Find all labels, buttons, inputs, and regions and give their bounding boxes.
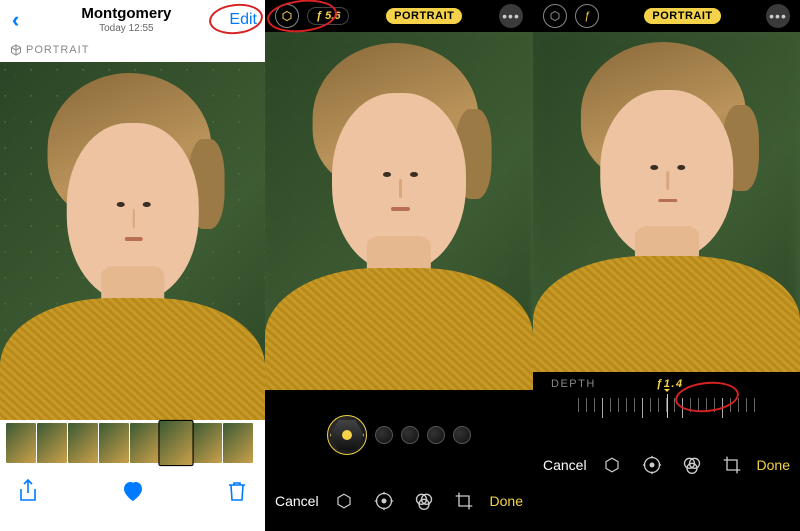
lighting-option[interactable] [427, 426, 445, 444]
edit-button[interactable]: Edit [229, 11, 257, 29]
edit-screen-depth: ƒ PORTRAIT ••• DEPTH ƒ1.4 Cancel [533, 0, 800, 531]
thumbnail[interactable] [192, 423, 222, 463]
more-icon[interactable]: ••• [499, 4, 523, 28]
portrait-lighting-picker[interactable] [265, 396, 533, 474]
thumbnail-strip[interactable] [0, 420, 265, 466]
edit-bottom-toolbar: Cancel Done [265, 474, 533, 528]
thumbnail[interactable] [99, 423, 129, 463]
lighting-toggle-icon[interactable] [543, 4, 567, 28]
edit-top-bar: ƒ 5.6 PORTRAIT ••• [265, 0, 533, 32]
cancel-button[interactable]: Cancel [275, 493, 319, 509]
edit-screen-lighting: ƒ 5.6 PORTRAIT ••• Cancel [265, 0, 533, 531]
portrait-tab-icon[interactable] [601, 454, 623, 476]
lighting-toggle-icon[interactable] [275, 4, 299, 28]
bottom-toolbar [0, 466, 265, 516]
portrait-badge-label: PORTRAIT [26, 44, 89, 56]
edit-bottom-toolbar: Cancel Done [533, 438, 800, 492]
thumbnail[interactable] [223, 423, 253, 463]
aperture-toggle-icon[interactable]: ƒ [575, 4, 599, 28]
cube-icon [10, 44, 22, 56]
photo-preview[interactable] [0, 62, 265, 420]
portrait-tab-icon[interactable] [333, 490, 355, 512]
cancel-button[interactable]: Cancel [543, 457, 587, 473]
nav-bar: ‹ Montgomery Today 12:55 Edit [0, 0, 265, 40]
crop-tab-icon[interactable] [453, 490, 475, 512]
done-button[interactable]: Done [757, 457, 790, 473]
lighting-option[interactable] [375, 426, 393, 444]
photos-detail-screen: ‹ Montgomery Today 12:55 Edit PORTRAIT [0, 0, 265, 531]
trash-icon[interactable] [227, 480, 247, 502]
aperture-pill[interactable]: ƒ 5.6 [307, 7, 349, 25]
lighting-option[interactable] [453, 426, 471, 444]
portrait-mode-pill[interactable]: PORTRAIT [644, 8, 720, 24]
photo-preview[interactable] [533, 32, 800, 372]
filters-tab-icon[interactable] [681, 454, 703, 476]
adjust-tab-icon[interactable] [641, 454, 663, 476]
done-button[interactable]: Done [490, 493, 523, 509]
depth-slider[interactable] [533, 398, 800, 438]
depth-label: DEPTH [551, 378, 596, 390]
nav-title-group: Montgomery Today 12:55 [81, 6, 171, 34]
album-title: Montgomery [81, 6, 171, 23]
portrait-badge-row: PORTRAIT [0, 40, 265, 62]
adjust-tab-icon[interactable] [373, 490, 395, 512]
lighting-option[interactable] [401, 426, 419, 444]
thumbnail[interactable] [37, 423, 67, 463]
back-button[interactable]: ‹ [8, 7, 23, 33]
edit-mode-icons [333, 490, 475, 512]
edit-top-bar: ƒ PORTRAIT ••• [533, 0, 800, 32]
depth-slider-pointer [667, 394, 668, 418]
thumbnail[interactable] [6, 423, 36, 463]
photo-preview[interactable] [265, 32, 533, 390]
thumbnail-selected[interactable] [160, 421, 193, 465]
depth-value: ƒ1.4 [656, 378, 683, 390]
thumbnail[interactable] [130, 423, 160, 463]
edit-mode-icons [601, 454, 743, 476]
more-icon[interactable]: ••• [766, 4, 790, 28]
filters-tab-icon[interactable] [413, 490, 435, 512]
crop-tab-icon[interactable] [721, 454, 743, 476]
photo-timestamp: Today 12:55 [81, 23, 171, 34]
portrait-mode-pill[interactable]: PORTRAIT [386, 8, 462, 24]
favorite-icon[interactable] [121, 480, 145, 502]
share-icon[interactable] [18, 479, 38, 503]
thumbnail[interactable] [68, 423, 98, 463]
lighting-option-natural[interactable] [327, 415, 367, 455]
